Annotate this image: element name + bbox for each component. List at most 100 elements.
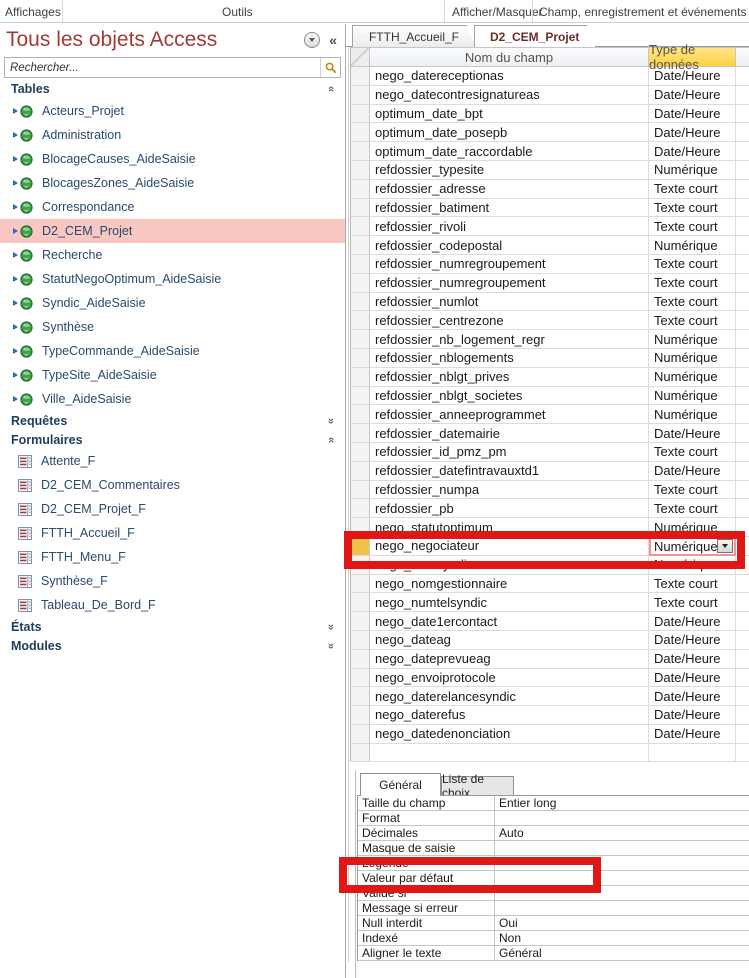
field-row[interactable]: refdossier_nb_logement_regr Numérique xyxy=(350,330,749,349)
description-cell[interactable] xyxy=(736,180,749,199)
sidebar-item-form[interactable]: D2_CEM_Projet_F xyxy=(0,497,345,521)
data-type-cell[interactable]: Texte court xyxy=(649,311,736,330)
field-row[interactable]: nego_negociateur Numérique xyxy=(350,537,749,556)
field-name-cell[interactable] xyxy=(370,744,649,763)
field-row[interactable]: refdossier_nblgt_societes Numérique xyxy=(350,387,749,406)
property-row[interactable]: Message si erreur xyxy=(358,901,749,916)
description-cell[interactable] xyxy=(736,462,749,481)
expand-group-icon[interactable]: « xyxy=(325,623,337,629)
field-row[interactable]: nego_datecontresignatureas Date/Heure xyxy=(350,86,749,105)
sidebar-item-table[interactable]: Acteurs_Projet xyxy=(0,99,345,123)
field-row[interactable]: optimum_date_raccordable Date/Heure xyxy=(350,142,749,161)
field-name-cell[interactable]: nego_numtelsyndic xyxy=(370,593,649,612)
row-selector[interactable] xyxy=(350,105,370,124)
data-type-cell[interactable]: Texte court xyxy=(649,217,736,236)
sidebar-item-table[interactable]: Syndic_AideSaisie xyxy=(0,291,345,315)
row-selector[interactable] xyxy=(350,481,370,500)
row-selector[interactable] xyxy=(350,499,370,518)
field-row[interactable]: refdossier_batiment Texte court xyxy=(350,199,749,218)
field-name-cell[interactable]: nego_nomsyndic xyxy=(370,556,649,575)
row-selector[interactable] xyxy=(350,669,370,688)
row-selector[interactable] xyxy=(350,631,370,650)
field-name-cell[interactable]: refdossier_anneeprogrammet xyxy=(370,405,649,424)
field-name-cell[interactable]: nego_dateag xyxy=(370,631,649,650)
description-cell[interactable] xyxy=(736,123,749,142)
field-name-cell[interactable]: refdossier_nblgt_prives xyxy=(370,368,649,387)
row-selector[interactable] xyxy=(350,575,370,594)
description-cell[interactable] xyxy=(736,255,749,274)
row-selector[interactable] xyxy=(350,180,370,199)
field-name-cell[interactable]: nego_datereceptionas xyxy=(370,67,649,86)
property-row[interactable]: Valide si xyxy=(358,886,749,901)
field-name-cell[interactable]: refdossier_centrezone xyxy=(370,311,649,330)
data-type-cell[interactable]: Date/Heure xyxy=(649,105,736,124)
field-name-cell[interactable]: refdossier_pb xyxy=(370,499,649,518)
row-selector[interactable] xyxy=(350,368,370,387)
field-row[interactable]: refdossier_id_pmz_pm Texte court xyxy=(350,443,749,462)
data-type-cell[interactable]: Date/Heure xyxy=(649,86,736,105)
description-cell[interactable] xyxy=(736,105,749,124)
property-row[interactable]: Légende xyxy=(358,856,749,871)
description-cell[interactable] xyxy=(736,631,749,650)
description-cell[interactable] xyxy=(736,311,749,330)
field-row[interactable]: refdossier_numregroupement Texte court xyxy=(350,274,749,293)
row-selector[interactable] xyxy=(350,650,370,669)
property-row[interactable]: Indexé Non xyxy=(358,931,749,946)
sidebar-item-form[interactable]: FTTH_Menu_F xyxy=(0,545,345,569)
data-type-cell[interactable]: Date/Heure xyxy=(649,462,736,481)
data-type-cell[interactable]: Date/Heure xyxy=(649,669,736,688)
field-row[interactable]: refdossier_pb Texte court xyxy=(350,499,749,518)
property-value[interactable] xyxy=(495,886,749,901)
sidebar-item-table[interactable]: BlocagesZones_AideSaisie xyxy=(0,171,345,195)
property-value[interactable] xyxy=(495,841,749,856)
field-name-cell[interactable]: refdossier_numlot xyxy=(370,293,649,312)
sidebar-item-form[interactable]: Synthèse_F xyxy=(0,569,345,593)
property-value[interactable] xyxy=(495,871,749,886)
field-row[interactable]: optimum_date_posepb Date/Heure xyxy=(350,123,749,142)
description-cell[interactable] xyxy=(736,575,749,594)
data-type-cell[interactable]: Texte court xyxy=(649,593,736,612)
property-value[interactable]: Non xyxy=(495,931,749,946)
field-name-cell[interactable]: optimum_date_raccordable xyxy=(370,142,649,161)
row-selector[interactable] xyxy=(350,537,370,556)
description-cell[interactable] xyxy=(736,86,749,105)
field-row[interactable]: refdossier_anneeprogrammet Numérique xyxy=(350,405,749,424)
field-row[interactable]: nego_nomgestionnaire Texte court xyxy=(350,575,749,594)
property-row[interactable]: Décimales Auto xyxy=(358,826,749,841)
search-button[interactable] xyxy=(320,58,340,77)
description-cell[interactable] xyxy=(736,274,749,293)
sidebar-item-form[interactable]: FTTH_Accueil_F xyxy=(0,521,345,545)
data-type-cell[interactable]: Numérique xyxy=(649,236,736,255)
field-name-cell[interactable]: refdossier_batiment xyxy=(370,199,649,218)
field-row[interactable]: refdossier_centrezone Texte court xyxy=(350,311,749,330)
description-cell[interactable] xyxy=(736,142,749,161)
data-type-cell[interactable]: Numérique xyxy=(649,387,736,406)
property-value[interactable]: Général xyxy=(495,946,749,961)
field-name-cell[interactable]: nego_statutoptimum xyxy=(370,518,649,537)
field-name-cell[interactable]: nego_dateprevueag xyxy=(370,650,649,669)
field-row[interactable]: refdossier_codepostal Numérique xyxy=(350,236,749,255)
description-cell[interactable] xyxy=(736,405,749,424)
field-name-cell[interactable]: refdossier_typesite xyxy=(370,161,649,180)
field-name-cell[interactable]: refdossier_rivoli xyxy=(370,217,649,236)
search-box[interactable]: Rechercher... xyxy=(4,57,341,78)
row-selector[interactable] xyxy=(350,330,370,349)
nav-group-formulaires[interactable]: Formulaires « xyxy=(0,430,345,449)
field-row[interactable]: refdossier_typesite Numérique xyxy=(350,161,749,180)
field-name-cell[interactable]: optimum_date_posepb xyxy=(370,123,649,142)
row-selector[interactable] xyxy=(350,274,370,293)
row-selector[interactable] xyxy=(350,86,370,105)
field-row[interactable]: nego_daterefus Date/Heure xyxy=(350,706,749,725)
search-input[interactable]: Rechercher... xyxy=(5,62,320,74)
description-cell[interactable] xyxy=(736,669,749,688)
field-row[interactable]: refdossier_nblgt_prives Numérique xyxy=(350,368,749,387)
field-name-cell[interactable]: refdossier_codepostal xyxy=(370,236,649,255)
nav-group-tables[interactable]: Tables « xyxy=(0,78,345,99)
description-cell[interactable] xyxy=(736,612,749,631)
field-name-cell[interactable]: nego_datedenonciation xyxy=(370,725,649,744)
field-name-cell[interactable]: refdossier_nblogements xyxy=(370,349,649,368)
data-type-cell[interactable]: Date/Heure xyxy=(649,725,736,744)
data-type-cell[interactable]: Texte court xyxy=(649,274,736,293)
nav-group-requetes[interactable]: Requêtes « xyxy=(0,411,345,430)
field-name-cell[interactable]: refdossier_adresse xyxy=(370,180,649,199)
